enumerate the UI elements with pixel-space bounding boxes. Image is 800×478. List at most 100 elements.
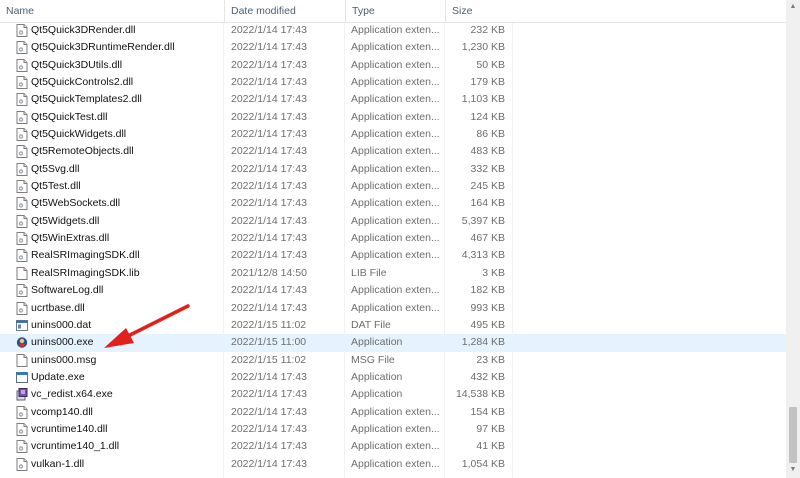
dll-icon xyxy=(16,232,28,246)
scroll-down-arrow-icon[interactable]: ▼ xyxy=(789,466,797,473)
file-type: Application exten... xyxy=(351,162,440,175)
file-type: Application exten... xyxy=(351,128,440,141)
file-date-modified: 2022/1/14 17:43 xyxy=(231,405,307,418)
column-header-type[interactable]: Type xyxy=(345,0,445,22)
dll-icon xyxy=(16,405,28,419)
file-date-modified: 2022/1/14 17:43 xyxy=(231,232,307,245)
column-header-date-modified[interactable]: Date modified xyxy=(224,0,345,22)
dll-icon xyxy=(16,58,28,72)
file-type: Application exten... xyxy=(351,58,440,71)
file-size: 245 KB xyxy=(470,180,505,193)
file-row[interactable]: Qt5WinExtras.dll 2022/1/14 17:43 Applicati… xyxy=(0,230,786,247)
file-row[interactable]: ucrtbase.dll 2022/1/14 17:43 Application e… xyxy=(0,300,786,317)
dll-icon xyxy=(16,110,28,124)
file-type: Application exten... xyxy=(351,197,440,210)
file-date-modified: 2022/1/14 17:43 xyxy=(231,41,307,54)
file-type: Application exten... xyxy=(351,249,440,262)
file-date-modified: 2022/1/14 17:43 xyxy=(231,145,307,158)
file-date-modified: 2022/1/14 17:43 xyxy=(231,162,307,175)
file-name: Qt5Test.dll xyxy=(31,180,81,193)
dll-icon xyxy=(16,457,28,471)
file-name: Qt5QuickWidgets.dll xyxy=(31,128,127,141)
file-type: Application exten... xyxy=(351,145,440,158)
file-name: Qt5Svg.dll xyxy=(31,162,80,175)
file-name: RealSRImagingSDK.lib xyxy=(31,266,140,279)
file-icon xyxy=(16,353,28,367)
file-type: Application exten... xyxy=(351,440,440,453)
file-row[interactable]: Qt5WebSockets.dll 2022/1/14 17:43 Applicat… xyxy=(0,195,786,212)
file-row[interactable]: unins000.dat 2022/1/15 11:02 DAT File 495 K… xyxy=(0,317,786,334)
file-date-modified: 2022/1/14 17:43 xyxy=(231,180,307,193)
file-date-modified: 2022/1/15 11:02 xyxy=(231,318,307,331)
file-type: Application exten... xyxy=(351,301,440,314)
file-row[interactable]: unins000.exe 2022/1/15 11:00 Application 1,… xyxy=(0,334,786,352)
file-row[interactable]: SoftwareLog.dll 2022/1/14 17:43 Applicatio… xyxy=(0,282,786,299)
file-name: unins000.dat xyxy=(31,318,92,331)
file-row[interactable]: Qt5Quick3DRuntimeRender.dll 2022/1/14 17:… xyxy=(0,39,786,56)
dll-icon xyxy=(16,93,28,107)
file-row[interactable]: Qt5Quick3DRender.dll 2022/1/14 17:43 Appli… xyxy=(0,22,786,39)
file-type: Application exten... xyxy=(351,180,440,193)
file-row[interactable]: vc_redist.x64.exe 2022/1/14 17:43 Applicat… xyxy=(0,386,786,403)
file-name: vcruntime140_1.dll xyxy=(31,440,120,453)
dll-icon xyxy=(16,180,28,194)
file-list: Qt5Quick3DRender.dll 2022/1/14 17:43 Appli… xyxy=(0,22,786,473)
file-type: Application exten... xyxy=(351,41,440,54)
file-size: 467 KB xyxy=(470,232,505,245)
scroll-up-arrow-icon[interactable]: ▲ xyxy=(789,3,797,10)
dll-icon xyxy=(16,214,28,228)
dll-icon xyxy=(16,422,28,436)
file-type: Application xyxy=(351,388,403,401)
column-header-size[interactable]: Size xyxy=(445,0,513,22)
file-row[interactable]: vcruntime140_1.dll 2022/1/14 17:43 Applica… xyxy=(0,438,786,455)
file-name: SoftwareLog.dll xyxy=(31,284,104,297)
file-name: Qt5Quick3DUtils.dll xyxy=(31,58,123,71)
file-row[interactable]: RealSRImagingSDK.dll 2022/1/14 17:43 Appli… xyxy=(0,247,786,264)
file-row[interactable]: vulkan-1.dll 2022/1/14 17:43 Application e… xyxy=(0,456,786,473)
file-row[interactable]: RealSRImagingSDK.lib 2021/12/8 14:50 LIB F… xyxy=(0,265,786,282)
file-date-modified: 2022/1/14 17:43 xyxy=(231,249,307,262)
file-size: 50 KB xyxy=(476,58,505,71)
file-row[interactable]: Qt5RemoteObjects.dll 2022/1/14 17:43 Appli… xyxy=(0,143,786,160)
app-icon xyxy=(16,371,28,384)
file-name: Qt5QuickTest.dll xyxy=(31,110,108,123)
file-row[interactable]: Qt5QuickTemplates2.dll 2022/1/14 17:43 App… xyxy=(0,91,786,108)
file-name: Update.exe xyxy=(31,370,85,383)
file-row[interactable]: Qt5Svg.dll 2022/1/14 17:43 Application ext… xyxy=(0,161,786,178)
file-size: 1,230 KB xyxy=(461,41,505,54)
file-row[interactable]: Qt5QuickWidgets.dll 2022/1/14 17:43 Applic… xyxy=(0,126,786,143)
file-type: Application xyxy=(351,336,403,349)
file-row[interactable]: vcomp140.dll 2022/1/14 17:43 Application e… xyxy=(0,404,786,421)
file-date-modified: 2022/1/14 17:43 xyxy=(231,440,307,453)
file-type: Application exten... xyxy=(351,284,440,297)
file-row[interactable]: Qt5Widgets.dll 2022/1/14 17:43 Application… xyxy=(0,213,786,230)
file-row[interactable]: Qt5QuickTest.dll 2022/1/14 17:43 Applicati… xyxy=(0,109,786,126)
file-row[interactable]: Qt5Quick3DUtils.dll 2022/1/14 17:43 Applic… xyxy=(0,57,786,74)
file-size: 1,103 KB xyxy=(461,93,505,106)
file-name: vc_redist.x64.exe xyxy=(31,388,113,401)
dll-icon xyxy=(16,162,28,176)
file-type: Application exten... xyxy=(351,76,440,89)
file-size: 41 KB xyxy=(476,440,505,453)
dat-icon xyxy=(16,319,28,332)
file-row[interactable]: vcruntime140.dll 2022/1/14 17:43 Applicati… xyxy=(0,421,786,438)
vertical-scrollbar[interactable]: ▲ ▼ xyxy=(786,0,800,478)
column-header-name[interactable]: Name xyxy=(0,0,223,22)
column-header-bar: Name Date modified Type Size xyxy=(0,0,786,23)
dll-icon xyxy=(16,76,28,90)
file-row[interactable]: Qt5Test.dll 2022/1/14 17:43 Application ex… xyxy=(0,178,786,195)
file-size: 483 KB xyxy=(470,145,505,158)
dll-icon xyxy=(16,197,28,211)
file-size: 179 KB xyxy=(470,76,505,89)
file-date-modified: 2022/1/15 11:02 xyxy=(231,353,307,366)
installer-icon xyxy=(16,388,28,401)
file-date-modified: 2022/1/15 11:00 xyxy=(231,336,307,349)
file-row[interactable]: Qt5QuickControls2.dll 2022/1/14 17:43 Appl… xyxy=(0,74,786,91)
file-size: 86 KB xyxy=(476,128,505,141)
scrollbar-thumb[interactable] xyxy=(789,407,797,463)
file-row[interactable]: Update.exe 2022/1/14 17:43 Application 432 … xyxy=(0,369,786,386)
file-date-modified: 2022/1/14 17:43 xyxy=(231,128,307,141)
file-type: Application exten... xyxy=(351,24,440,36)
file-row[interactable]: unins000.msg 2022/1/15 11:02 MSG File 23 KB xyxy=(0,352,786,369)
file-name: vcruntime140.dll xyxy=(31,422,108,435)
